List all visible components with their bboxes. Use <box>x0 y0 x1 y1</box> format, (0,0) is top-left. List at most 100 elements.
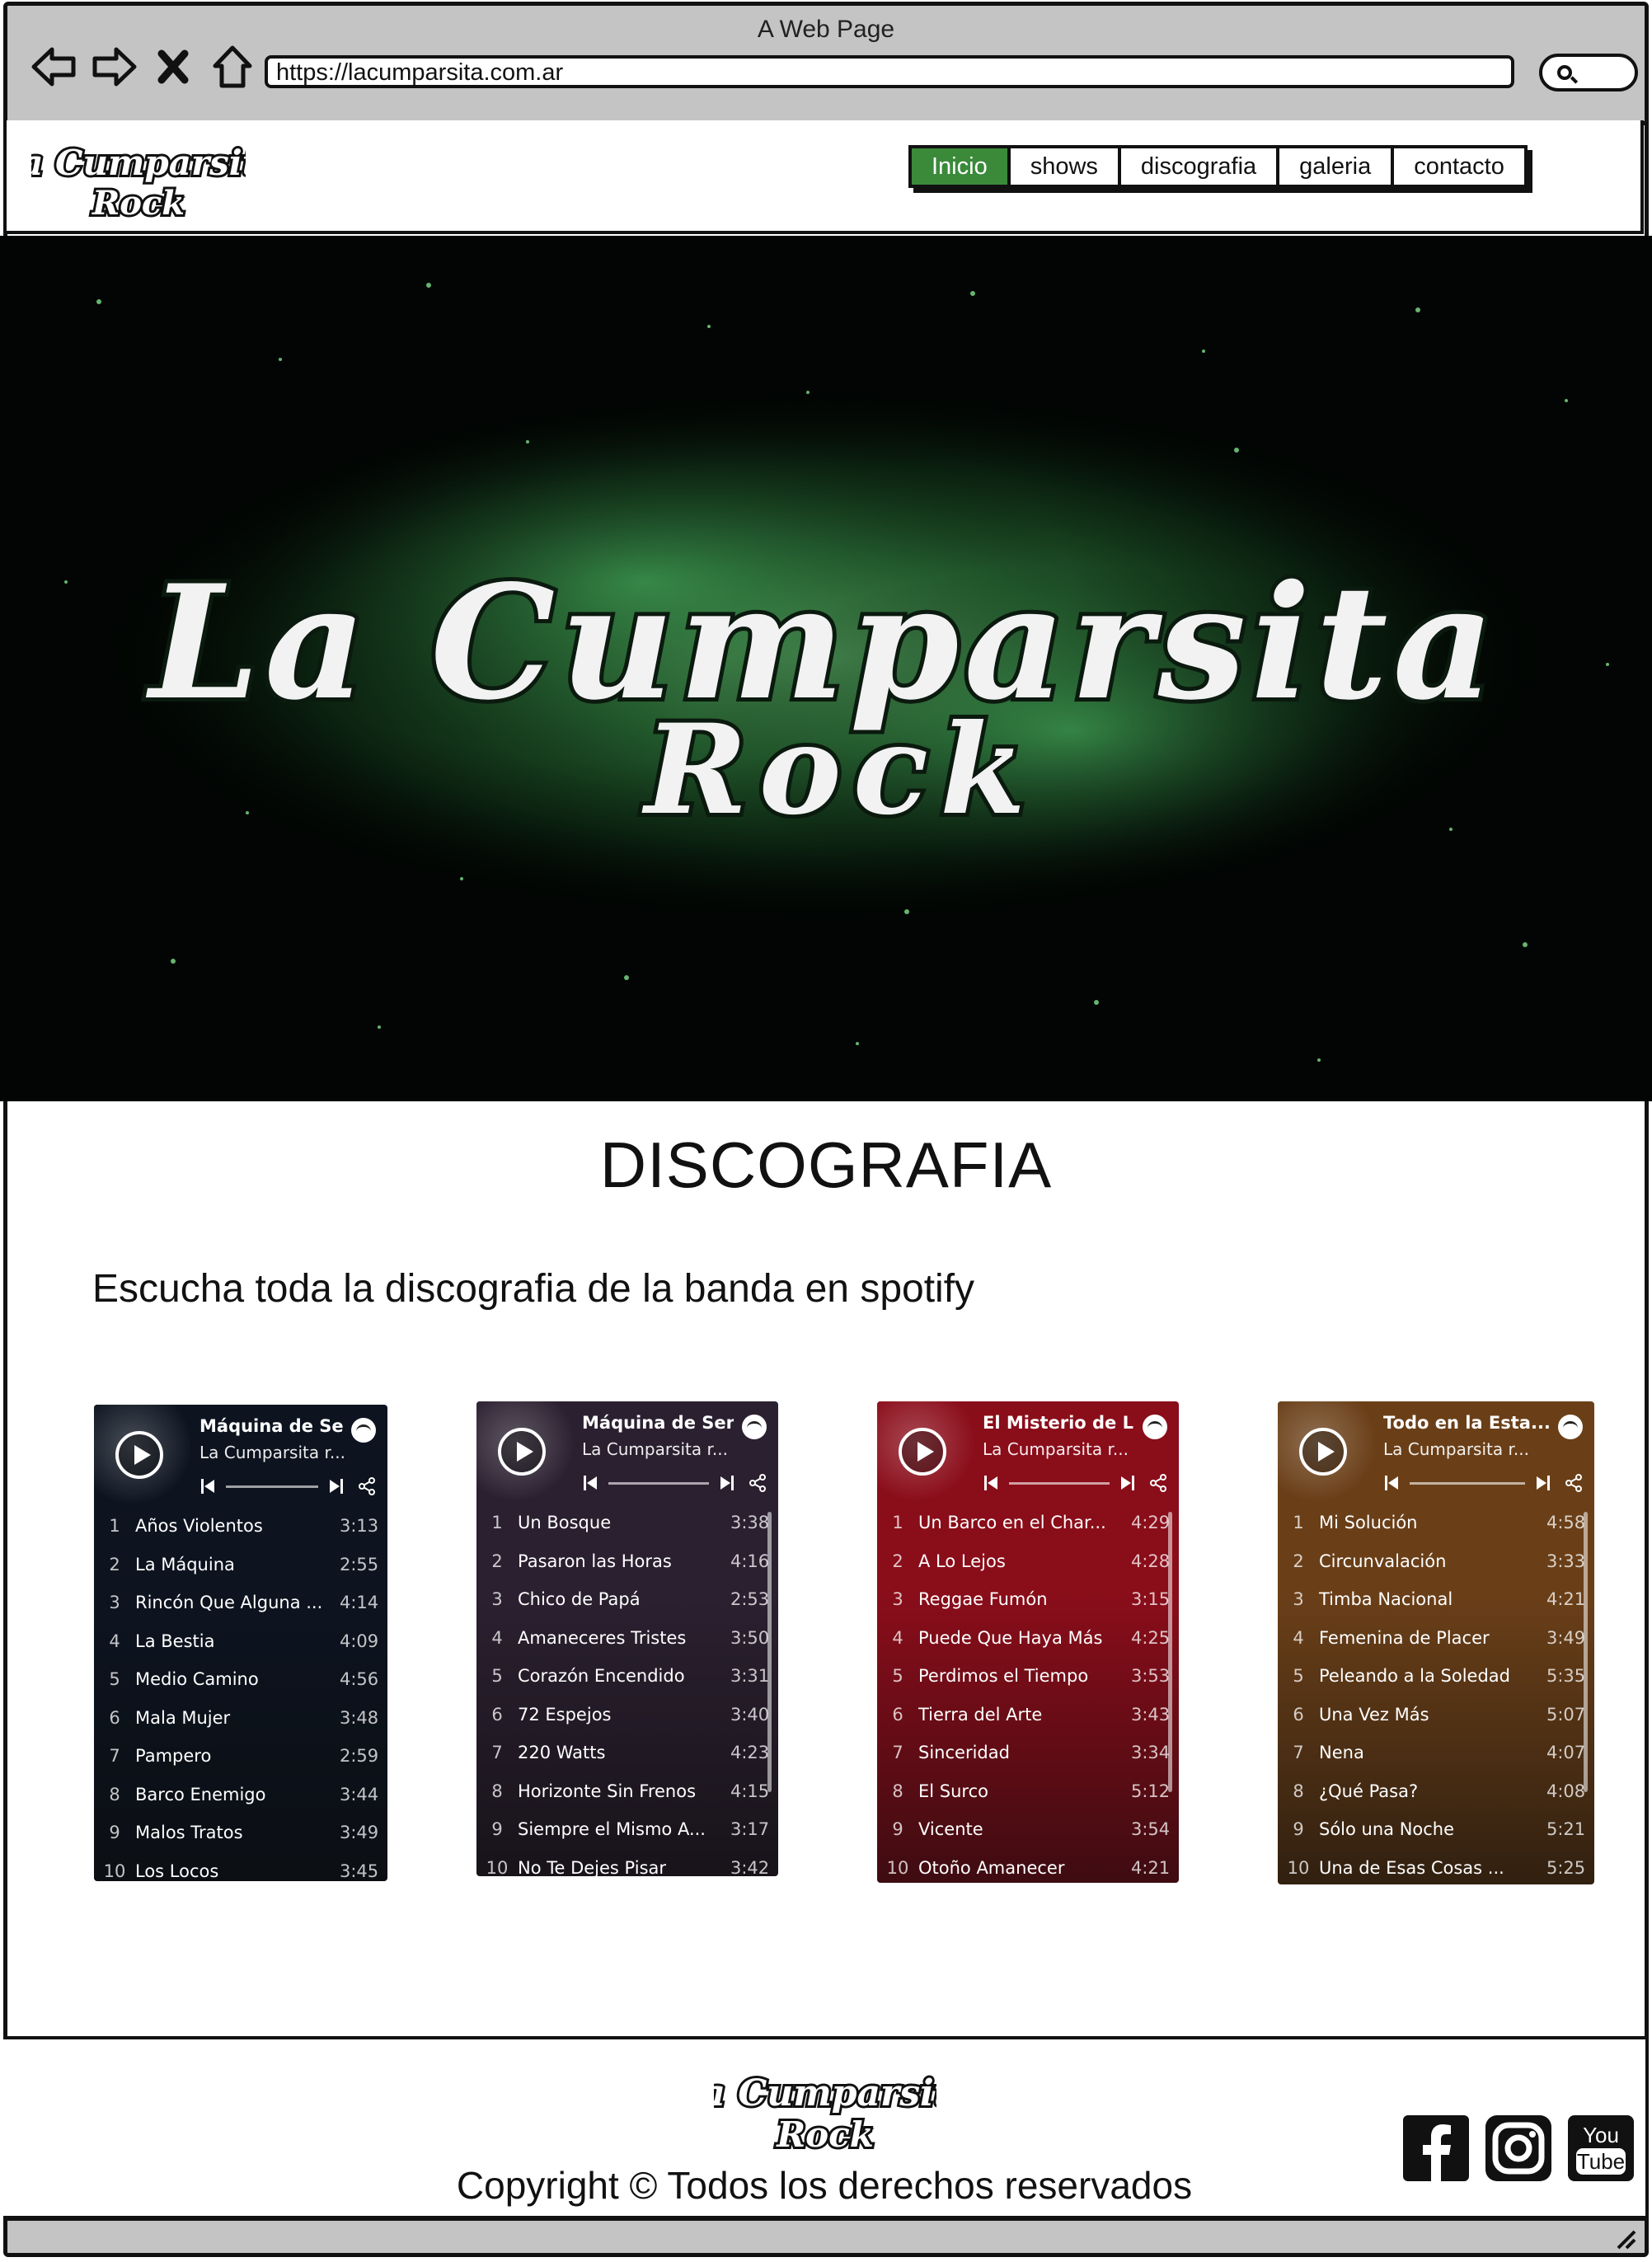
album-title[interactable]: Todo en la Esta... <box>1383 1413 1550 1433</box>
track-row[interactable]: 4 Amaneceres Tristes 3:50 <box>476 1619 778 1658</box>
facebook-icon[interactable] <box>1401 2114 1471 2183</box>
play-icon[interactable] <box>899 1428 946 1476</box>
next-icon[interactable] <box>1119 1476 1134 1490</box>
footer-band-logo[interactable]: La Cumparsita Rock <box>714 2058 936 2155</box>
track-name: La Máquina <box>135 1554 235 1574</box>
resize-grip-icon[interactable] <box>1612 2225 1636 2250</box>
spotify-icon[interactable] <box>351 1418 376 1443</box>
spotify-icon[interactable] <box>1143 1415 1167 1439</box>
track-row[interactable]: 10 Una de Esas Cosas ... 5:25 <box>1278 1849 1594 1885</box>
track-row[interactable]: 10 Los Locos 3:45 <box>94 1852 387 1882</box>
album-title[interactable]: Máquina de Sen... <box>199 1416 343 1436</box>
track-row[interactable]: 6 Una Vez Más 5:07 <box>1278 1696 1594 1734</box>
track-row[interactable]: 3 Reggae Fumón 3:15 <box>877 1580 1179 1619</box>
track-row[interactable]: 9 Sólo una Noche 5:21 <box>1278 1810 1594 1849</box>
track-row[interactable]: 8 Horizonte Sin Frenos 4:15 <box>476 1772 778 1811</box>
track-name: 220 Watts <box>518 1743 606 1763</box>
track-row[interactable]: 10 Otoño Amanecer 4:21 <box>877 1849 1179 1884</box>
spotify-player[interactable]: Máquina de Sen... La Cumparsita r... <box>476 1401 778 1876</box>
track-row[interactable]: 7 Nena 4:07 <box>1278 1734 1594 1772</box>
album-artist[interactable]: La Cumparsita r... <box>1383 1439 1561 1459</box>
scrollbar[interactable] <box>767 1512 772 1792</box>
track-row[interactable]: 4 Femenina de Placer 3:49 <box>1278 1619 1594 1658</box>
nav-contacto[interactable]: contacto <box>1394 148 1524 185</box>
track-row[interactable]: 6 Mala Mujer 3:48 <box>94 1699 387 1738</box>
previous-icon[interactable] <box>984 1476 999 1490</box>
spotify-icon[interactable] <box>1558 1415 1583 1439</box>
track-row[interactable]: 5 Perdimos el Tiempo 3:53 <box>877 1657 1179 1696</box>
album-artist[interactable]: La Cumparsita r... <box>582 1439 745 1459</box>
forward-icon[interactable] <box>90 44 138 90</box>
album-artist[interactable]: La Cumparsita r... <box>199 1443 354 1462</box>
track-row[interactable]: 3 Timba Nacional 4:21 <box>1278 1580 1594 1619</box>
nav-galeria[interactable]: galeria <box>1279 148 1395 185</box>
play-icon[interactable] <box>115 1431 163 1479</box>
track-row[interactable]: 5 Medio Camino 4:56 <box>94 1660 387 1699</box>
track-row[interactable]: 2 A Lo Lejos 4:28 <box>877 1542 1179 1581</box>
next-icon[interactable] <box>719 1476 734 1490</box>
nav-discografia[interactable]: discografia <box>1121 148 1280 185</box>
previous-icon[interactable] <box>201 1479 216 1494</box>
track-row[interactable]: 6 Tierra del Arte 3:43 <box>877 1696 1179 1734</box>
track-row[interactable]: 5 Corazón Encendido 3:31 <box>476 1657 778 1696</box>
progress-bar[interactable] <box>226 1485 318 1488</box>
track-row[interactable]: 3 Chico de Papá 2:53 <box>476 1580 778 1619</box>
youtube-icon[interactable]: You Tube <box>1566 2114 1636 2183</box>
progress-bar[interactable] <box>608 1482 709 1485</box>
scrollbar[interactable] <box>1168 1512 1172 1792</box>
track-row[interactable]: 8 Barco Enemigo 3:44 <box>94 1776 387 1814</box>
spotify-player[interactable]: El Misterio de L... La Cumparsita r... <box>877 1401 1179 1883</box>
spotify-player[interactable]: Todo en la Esta... La Cumparsita r... 1 … <box>1278 1401 1594 1884</box>
track-row[interactable]: 10 No Te Dejes Pisar 3:42 <box>476 1849 778 1876</box>
progress-bar[interactable] <box>1410 1482 1525 1485</box>
track-row[interactable]: 9 Vicente 3:54 <box>877 1810 1179 1849</box>
next-icon[interactable] <box>1535 1476 1550 1490</box>
track-row[interactable]: 9 Malos Tratos 3:49 <box>94 1814 387 1852</box>
home-icon[interactable] <box>209 44 256 90</box>
track-row[interactable]: 8 ¿Qué Pasa? 4:08 <box>1278 1772 1594 1811</box>
share-icon[interactable] <box>1565 1474 1583 1492</box>
track-row[interactable]: 9 Siempre el Mismo A... 3:17 <box>476 1810 778 1849</box>
share-icon[interactable] <box>749 1474 767 1492</box>
stop-icon[interactable] <box>149 44 197 90</box>
play-icon[interactable] <box>498 1428 546 1476</box>
browser-search-button[interactable] <box>1539 54 1638 92</box>
track-row[interactable]: 5 Peleando a la Soledad 5:35 <box>1278 1657 1594 1696</box>
track-row[interactable]: 1 Años Violentos 3:13 <box>94 1507 387 1546</box>
track-row[interactable]: 6 72 Espejos 3:40 <box>476 1696 778 1734</box>
album-artist[interactable]: La Cumparsita r... <box>983 1439 1146 1459</box>
track-row[interactable]: 2 Pasaron las Horas 4:16 <box>476 1542 778 1581</box>
share-icon[interactable] <box>1149 1474 1167 1492</box>
track-row[interactable]: 1 Un Bosque 3:38 <box>476 1504 778 1542</box>
track-row[interactable]: 7 Sinceridad 3:34 <box>877 1734 1179 1772</box>
previous-icon[interactable] <box>584 1476 598 1490</box>
progress-bar[interactable] <box>1009 1482 1110 1485</box>
band-logo[interactable]: La Cumparsita Rock <box>31 129 246 223</box>
track-row[interactable]: 2 La Máquina 2:55 <box>94 1546 387 1584</box>
previous-icon[interactable] <box>1385 1476 1400 1490</box>
track-duration: 3:54 <box>1131 1819 1171 1840</box>
track-row[interactable]: 4 La Bestia 4:09 <box>94 1622 387 1661</box>
next-icon[interactable] <box>328 1479 343 1494</box>
track-row[interactable]: 1 Mi Solución 4:58 <box>1278 1504 1594 1542</box>
play-icon[interactable] <box>1299 1428 1347 1476</box>
track-row[interactable]: 7 Pampero 2:59 <box>94 1737 387 1776</box>
nav-inicio[interactable]: Inicio <box>912 148 1011 185</box>
instagram-icon[interactable] <box>1484 2114 1553 2183</box>
url-bar[interactable]: https://lacumparsita.com.ar <box>265 55 1514 88</box>
spotify-icon[interactable] <box>742 1415 767 1439</box>
scrollbar[interactable] <box>1584 1512 1588 1792</box>
track-row[interactable]: 4 Puede Que Haya Más 4:25 <box>877 1619 1179 1658</box>
track-row[interactable]: 1 Un Barco en el Char... 4:29 <box>877 1504 1179 1542</box>
album-title[interactable]: Máquina de Sen... <box>582 1413 734 1433</box>
track-row[interactable]: 7 220 Watts 4:23 <box>476 1734 778 1772</box>
share-icon[interactable] <box>358 1477 376 1495</box>
track-number: 1 <box>109 1516 120 1537</box>
album-title[interactable]: El Misterio de L... <box>983 1413 1134 1433</box>
nav-shows[interactable]: shows <box>1011 148 1121 185</box>
track-row[interactable]: 3 Rincón Que Alguna ... 4:14 <box>94 1584 387 1622</box>
track-row[interactable]: 8 El Surco 5:12 <box>877 1772 1179 1811</box>
back-icon[interactable] <box>31 44 78 90</box>
spotify-player[interactable]: Máquina de Sen... La Cumparsita r... <box>94 1405 387 1881</box>
track-row[interactable]: 2 Circunvalación 3:33 <box>1278 1542 1594 1581</box>
